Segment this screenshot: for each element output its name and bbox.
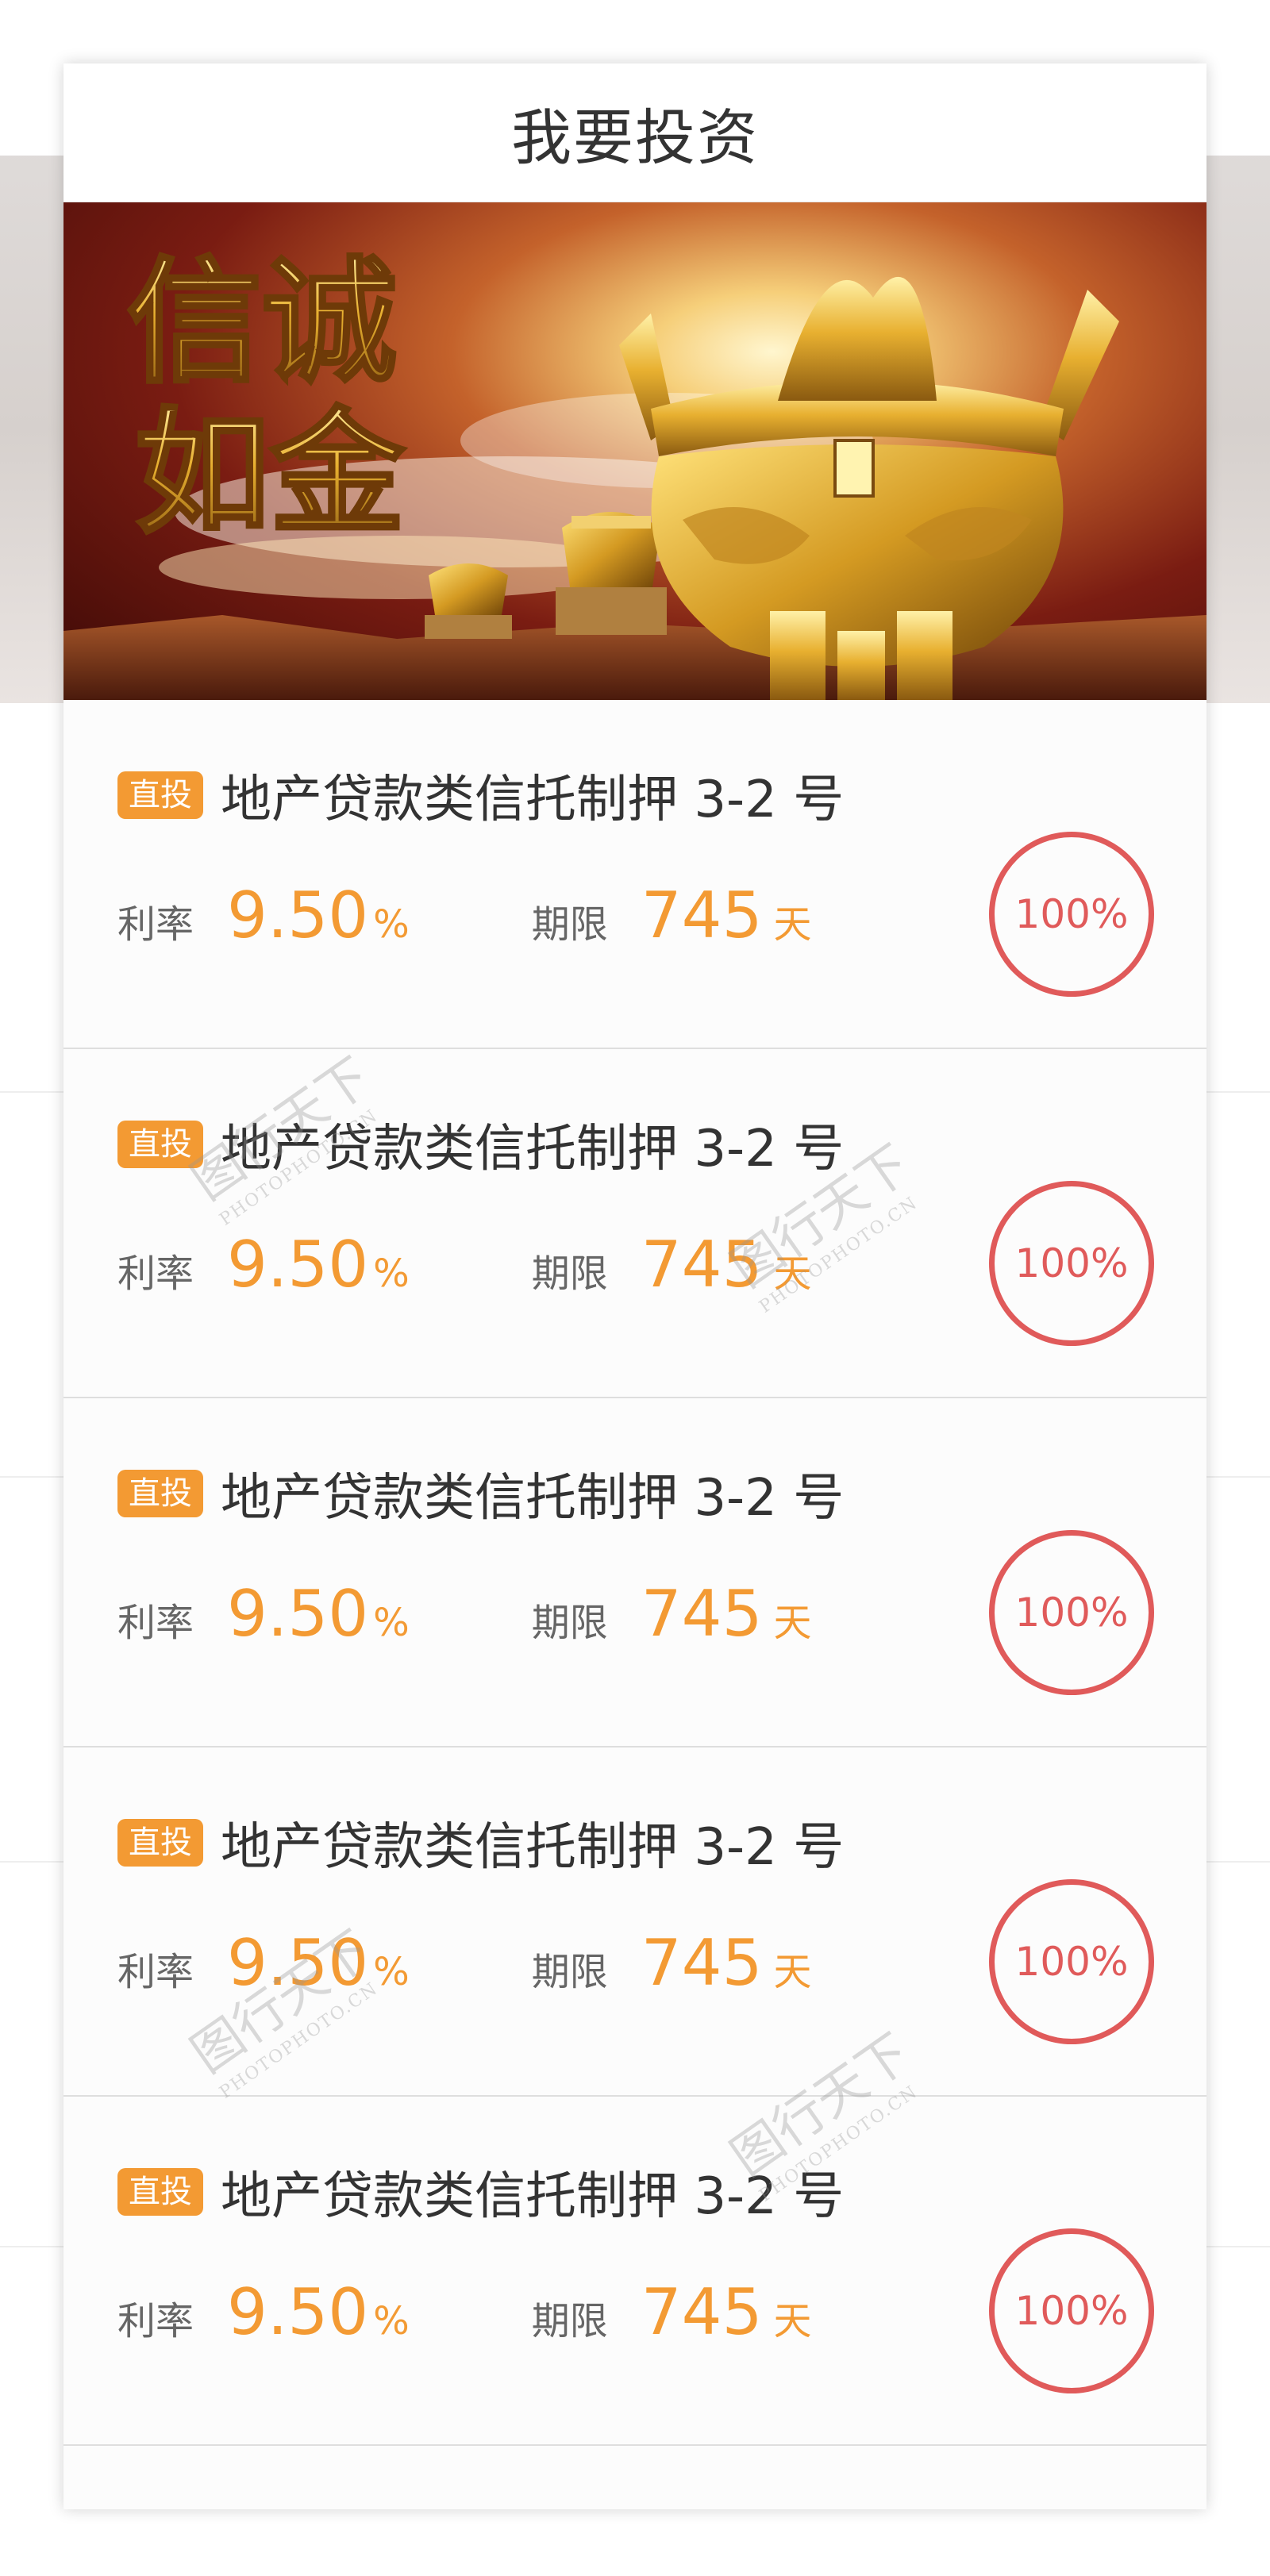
- product-item[interactable]: 直投 地产贷款类信托制押 3-2 号 利率 9.50 % 期限 745 天 10…: [64, 700, 1206, 1049]
- rate-unit: %: [373, 1950, 410, 1994]
- product-title: 直投 地产贷款类信托制押 3-2 号: [117, 2155, 844, 2228]
- term-unit: 天: [773, 2299, 812, 2343]
- product-stats: 利率 9.50 % 期限 745 天: [117, 1228, 811, 1301]
- progress-value: 100%: [1014, 2288, 1129, 2334]
- term-value: 745: [641, 1577, 763, 1651]
- term-unit: 天: [773, 1251, 812, 1296]
- term-label: 期限: [531, 1601, 608, 1645]
- term-value: 745: [641, 2275, 763, 2349]
- rate-value: 9.50: [227, 2275, 369, 2349]
- term-value: 745: [641, 879, 763, 952]
- banner-illustration: 信诚 如金: [64, 241, 1206, 700]
- term-value: 745: [641, 1228, 763, 1301]
- product-badge: 直投: [117, 1470, 203, 1517]
- progress-value: 100%: [1014, 1590, 1129, 1636]
- rate-value: 9.50: [227, 1577, 369, 1651]
- product-name: 地产贷款类信托制押 3-2 号: [221, 1469, 845, 1528]
- product-stats: 利率 9.50 % 期限 745 天: [117, 879, 811, 952]
- rate-unit: %: [373, 1601, 410, 1645]
- product-badge: 直投: [117, 1121, 203, 1168]
- product-badge: 直投: [117, 1819, 203, 1867]
- progress-value: 100%: [1014, 1939, 1129, 1985]
- term-label: 期限: [531, 1950, 608, 1994]
- rate-value: 9.50: [227, 879, 369, 952]
- banner-slogan-line1: 信诚: [127, 243, 397, 402]
- product-badge: 直投: [117, 771, 203, 819]
- term-unit: 天: [773, 1601, 812, 1645]
- product-name: 地产贷款类信托制押 3-2 号: [221, 771, 845, 829]
- term-label: 期限: [531, 902, 608, 947]
- product-name: 地产贷款类信托制押 3-2 号: [221, 2167, 845, 2226]
- product-title: 直投 地产贷款类信托制押 3-2 号: [117, 1457, 844, 1530]
- progress-ring[interactable]: 100%: [989, 1530, 1154, 1695]
- rate-value: 9.50: [227, 1228, 369, 1301]
- progress-ring[interactable]: 100%: [989, 1879, 1154, 2044]
- rate-value: 9.50: [227, 1926, 369, 2000]
- progress-ring[interactable]: 100%: [989, 832, 1154, 997]
- rate-unit: %: [373, 1251, 410, 1296]
- product-list: 直投 地产贷款类信托制押 3-2 号 利率 9.50 % 期限 745 天 10…: [64, 700, 1206, 2446]
- rate-label: 利率: [117, 1950, 194, 1994]
- term-unit: 天: [773, 1950, 812, 1994]
- product-stats: 利率 9.50 % 期限 745 天: [117, 1577, 811, 1651]
- progress-value: 100%: [1014, 1240, 1129, 1286]
- product-stats: 利率 9.50 % 期限 745 天: [117, 2275, 811, 2349]
- rate-label: 利率: [117, 2299, 194, 2343]
- product-badge: 直投: [117, 2168, 203, 2216]
- rate-label: 利率: [117, 1601, 194, 1645]
- product-stats: 利率 9.50 % 期限 745 天: [117, 1926, 811, 2000]
- banner-slogan-line2: 如金: [135, 394, 406, 552]
- product-name: 地产贷款类信托制押 3-2 号: [221, 1818, 845, 1877]
- rate-unit: %: [373, 902, 410, 947]
- invest-page-card: 我要投资 信诚 如金 直投 地产贷款类信托制押 3-2 号 利率 9.50 % …: [64, 63, 1206, 2509]
- progress-value: 100%: [1014, 891, 1129, 937]
- product-item[interactable]: 直投 地产贷款类信托制押 3-2 号 利率 9.50 % 期限 745 天 10…: [64, 1747, 1206, 2097]
- product-item[interactable]: 直投 地产贷款类信托制押 3-2 号 利率 9.50 % 期限 745 天 10…: [64, 2097, 1206, 2446]
- title-bar: 我要投资: [64, 63, 1206, 202]
- product-item[interactable]: 直投 地产贷款类信托制押 3-2 号 利率 9.50 % 期限 745 天 10…: [64, 1398, 1206, 1747]
- product-item[interactable]: 直投 地产贷款类信托制押 3-2 号 利率 9.50 % 期限 745 天 10…: [64, 1049, 1206, 1398]
- product-name: 地产贷款类信托制押 3-2 号: [221, 1120, 845, 1178]
- page-title: 我要投资: [511, 102, 759, 173]
- term-value: 745: [641, 1926, 763, 2000]
- product-title: 直投 地产贷款类信托制押 3-2 号: [117, 759, 844, 832]
- progress-ring[interactable]: 100%: [989, 1181, 1154, 1346]
- rate-label: 利率: [117, 1251, 194, 1296]
- term-label: 期限: [531, 1251, 608, 1296]
- product-title: 直投 地产贷款类信托制押 3-2 号: [117, 1806, 844, 1879]
- product-title: 直投 地产贷款类信托制押 3-2 号: [117, 1108, 844, 1181]
- rate-unit: %: [373, 2299, 410, 2343]
- term-unit: 天: [773, 902, 812, 947]
- promo-banner[interactable]: 信诚 如金: [64, 202, 1206, 700]
- progress-ring[interactable]: 100%: [989, 2228, 1154, 2393]
- rate-label: 利率: [117, 902, 194, 947]
- term-label: 期限: [531, 2299, 608, 2343]
